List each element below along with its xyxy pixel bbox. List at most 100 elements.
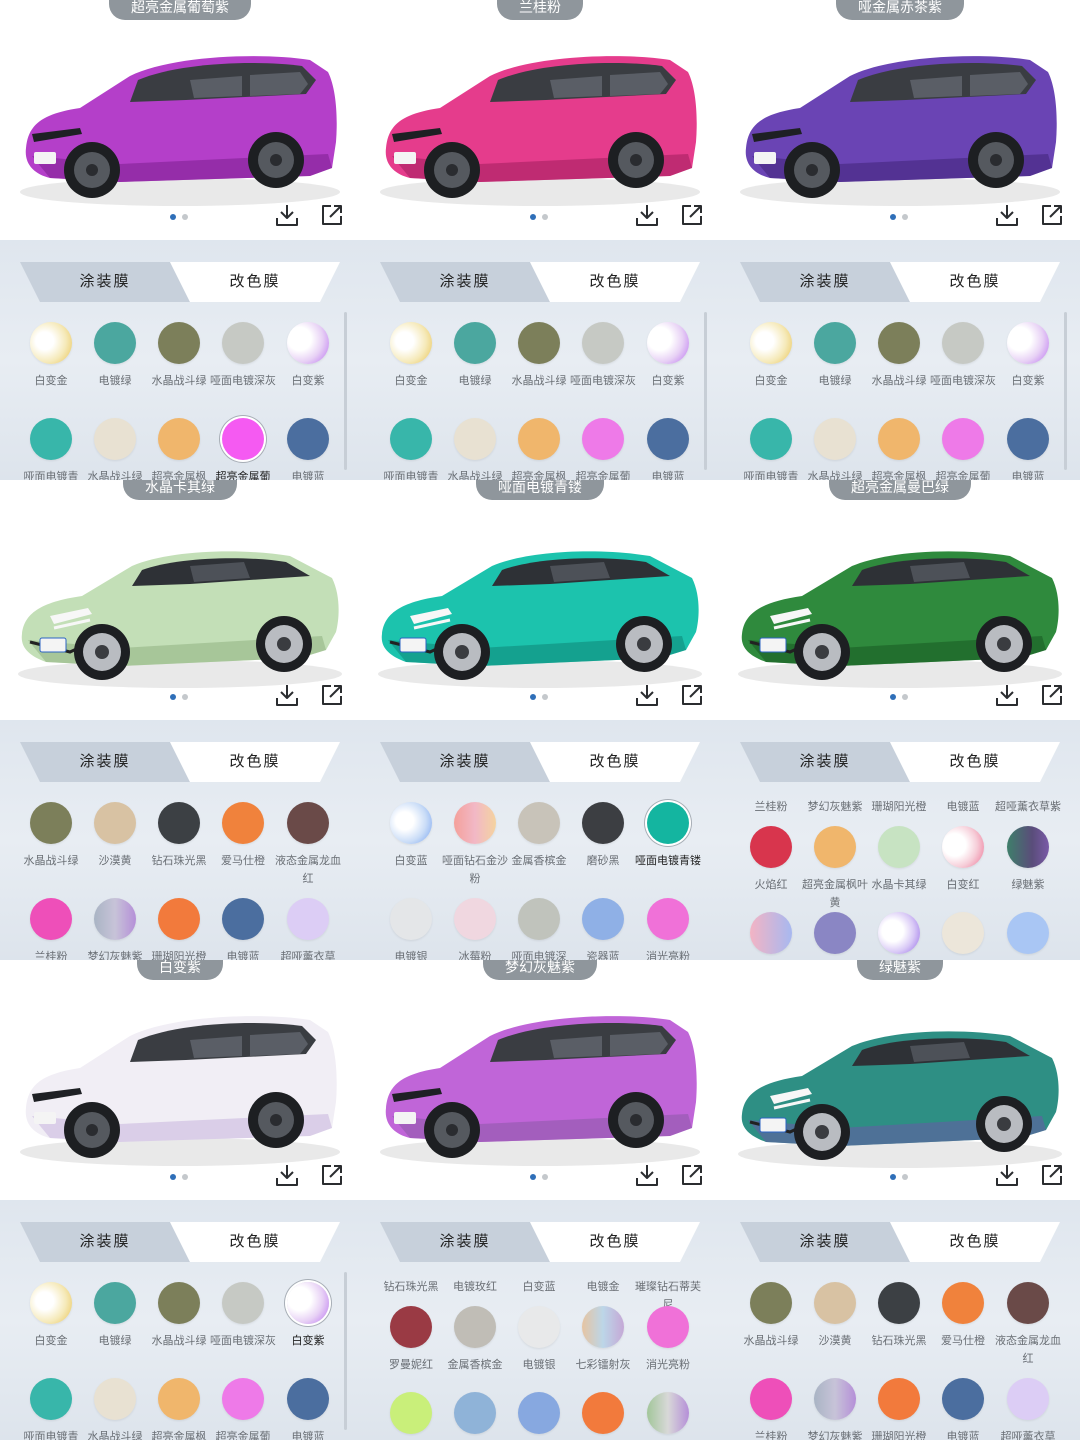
carousel-indicator[interactable]	[890, 694, 908, 700]
swatch-circle[interactable]	[454, 898, 496, 940]
tab-paint-film[interactable]: 涂装膜	[40, 742, 170, 782]
share-icon[interactable]	[1039, 1162, 1065, 1188]
swatch-circle[interactable]	[750, 322, 792, 364]
carousel-dot[interactable]	[182, 214, 188, 220]
color-swatch[interactable]: 超亮金属葡	[211, 418, 275, 480]
swatch-circle[interactable]	[878, 322, 920, 364]
swatch-circle[interactable]	[222, 1282, 264, 1324]
color-swatch[interactable]: 电镀银	[507, 1306, 571, 1374]
color-swatch[interactable]: 梦幻灰魅紫	[83, 898, 147, 960]
carousel-dot[interactable]	[542, 1174, 548, 1180]
swatch-circle[interactable]	[582, 1392, 624, 1434]
swatch-circle[interactable]	[454, 1392, 496, 1434]
swatch-circle[interactable]	[814, 418, 856, 460]
carousel-dot[interactable]	[902, 694, 908, 700]
color-swatch[interactable]: 罗曼妮红	[379, 1306, 443, 1374]
share-icon[interactable]	[679, 682, 705, 708]
color-swatch[interactable]	[507, 1392, 571, 1440]
carousel-indicator[interactable]	[170, 214, 188, 220]
carousel-indicator[interactable]	[170, 1174, 188, 1180]
swatch-circle[interactable]	[158, 1282, 200, 1324]
color-swatch[interactable]: 哑面电镀青	[739, 418, 803, 480]
color-swatch[interactable]: 白变金	[379, 322, 443, 390]
swatch-circle[interactable]	[454, 418, 496, 460]
color-swatch[interactable]	[379, 1392, 443, 1440]
color-swatch[interactable]: 哑面电镀深灰	[210, 322, 276, 390]
color-swatch[interactable]: 水晶战斗绿	[147, 1282, 211, 1350]
share-icon[interactable]	[319, 682, 345, 708]
swatch-circle[interactable]	[582, 802, 624, 844]
swatch-circle[interactable]	[287, 1378, 329, 1420]
swatch-circle[interactable]	[582, 1306, 624, 1348]
tab-paint-film[interactable]: 涂装膜	[760, 262, 890, 302]
swatch-circle[interactable]	[647, 418, 689, 460]
swatch-circle[interactable]	[750, 1282, 792, 1324]
tab-color-wrap[interactable]: 改色膜	[550, 262, 680, 302]
carousel-dot[interactable]	[890, 694, 896, 700]
color-swatch[interactable]: 电镀蓝	[636, 418, 700, 480]
swatch-circle[interactable]	[942, 912, 984, 954]
swatch-circle[interactable]	[647, 898, 689, 940]
swatch-circle[interactable]	[94, 898, 136, 940]
download-icon[interactable]	[274, 1162, 300, 1188]
color-swatch[interactable]: 白变紫	[276, 1282, 340, 1350]
swatch-circle[interactable]	[647, 1306, 689, 1348]
color-swatch[interactable]: 哑面电镀深灰	[930, 322, 996, 390]
download-icon[interactable]	[274, 682, 300, 708]
share-icon[interactable]	[679, 202, 705, 228]
color-swatch[interactable]: 七彩镭射灰	[571, 1306, 635, 1374]
carousel-dot[interactable]	[530, 1174, 536, 1180]
color-swatch[interactable]: 梦幻灰魅紫	[803, 1378, 867, 1440]
color-swatch[interactable]	[443, 1392, 507, 1440]
swatch-circle[interactable]	[750, 912, 792, 954]
swatch-circle[interactable]	[518, 418, 560, 460]
color-swatch[interactable]: 哑面钻石金沙粉	[442, 802, 508, 888]
carousel-dot[interactable]	[890, 1174, 896, 1180]
carousel-indicator[interactable]	[530, 694, 548, 700]
swatch-circle[interactable]	[814, 1378, 856, 1420]
color-swatch[interactable]: 水晶卡其绿	[867, 826, 931, 894]
color-swatch[interactable]: 水晶战斗绿	[443, 418, 507, 480]
swatch-circle[interactable]	[647, 1392, 689, 1434]
color-swatch[interactable]	[739, 912, 803, 960]
color-swatch[interactable]: 电镀蓝	[931, 1378, 995, 1440]
tab-paint-film[interactable]: 涂装膜	[400, 1222, 530, 1262]
swatch-circle[interactable]	[1007, 418, 1049, 460]
swatch-circle[interactable]	[1007, 912, 1049, 954]
download-icon[interactable]	[634, 682, 660, 708]
carousel-indicator[interactable]	[890, 1174, 908, 1180]
tab-paint-film[interactable]: 涂装膜	[760, 742, 890, 782]
swatch-circle[interactable]	[647, 322, 689, 364]
color-swatch[interactable]: 超亮金属枫	[867, 418, 931, 480]
tab-paint-film[interactable]: 涂装膜	[400, 742, 530, 782]
color-swatch[interactable]: 水晶战斗绿	[83, 1378, 147, 1440]
swatch-circle[interactable]	[750, 418, 792, 460]
swatch-circle[interactable]	[750, 826, 792, 868]
carousel-dot[interactable]	[182, 694, 188, 700]
swatch-circle[interactable]	[878, 912, 920, 954]
swatch-circle[interactable]	[518, 1392, 560, 1434]
carousel-indicator[interactable]	[170, 694, 188, 700]
color-swatch[interactable]: 电镀绿	[83, 322, 147, 390]
color-swatch[interactable]: 磨砂黑	[571, 802, 635, 870]
carousel-dot[interactable]	[530, 694, 536, 700]
color-swatch[interactable]: 消光亮粉	[636, 1306, 700, 1374]
color-swatch[interactable]: 白变金	[739, 322, 803, 390]
color-swatch[interactable]: 冰莓粉	[443, 898, 507, 960]
color-swatch[interactable]: 电镀蓝	[276, 418, 340, 480]
swatch-circle[interactable]	[94, 322, 136, 364]
tab-color-wrap[interactable]: 改色膜	[910, 1222, 1040, 1262]
color-swatch[interactable]: 超哑薰衣草	[276, 898, 340, 960]
swatch-circle[interactable]	[942, 1378, 984, 1420]
color-swatch[interactable]: 电镀绿	[443, 322, 507, 390]
color-swatch[interactable]: 白变紫	[996, 322, 1060, 390]
color-swatch[interactable]: 超亮金属葡	[211, 1378, 275, 1440]
color-swatch[interactable]: 哑面电镀青	[19, 418, 83, 480]
tab-color-wrap[interactable]: 改色膜	[190, 262, 320, 302]
swatch-circle[interactable]	[454, 1306, 496, 1348]
color-swatch[interactable]: 超亮金属枫	[147, 1378, 211, 1440]
color-swatch[interactable]: 液态金属龙血红	[275, 802, 341, 888]
swatch-circle[interactable]	[582, 898, 624, 940]
swatch-circle[interactable]	[582, 322, 624, 364]
tab-paint-film[interactable]: 涂装膜	[40, 1222, 170, 1262]
